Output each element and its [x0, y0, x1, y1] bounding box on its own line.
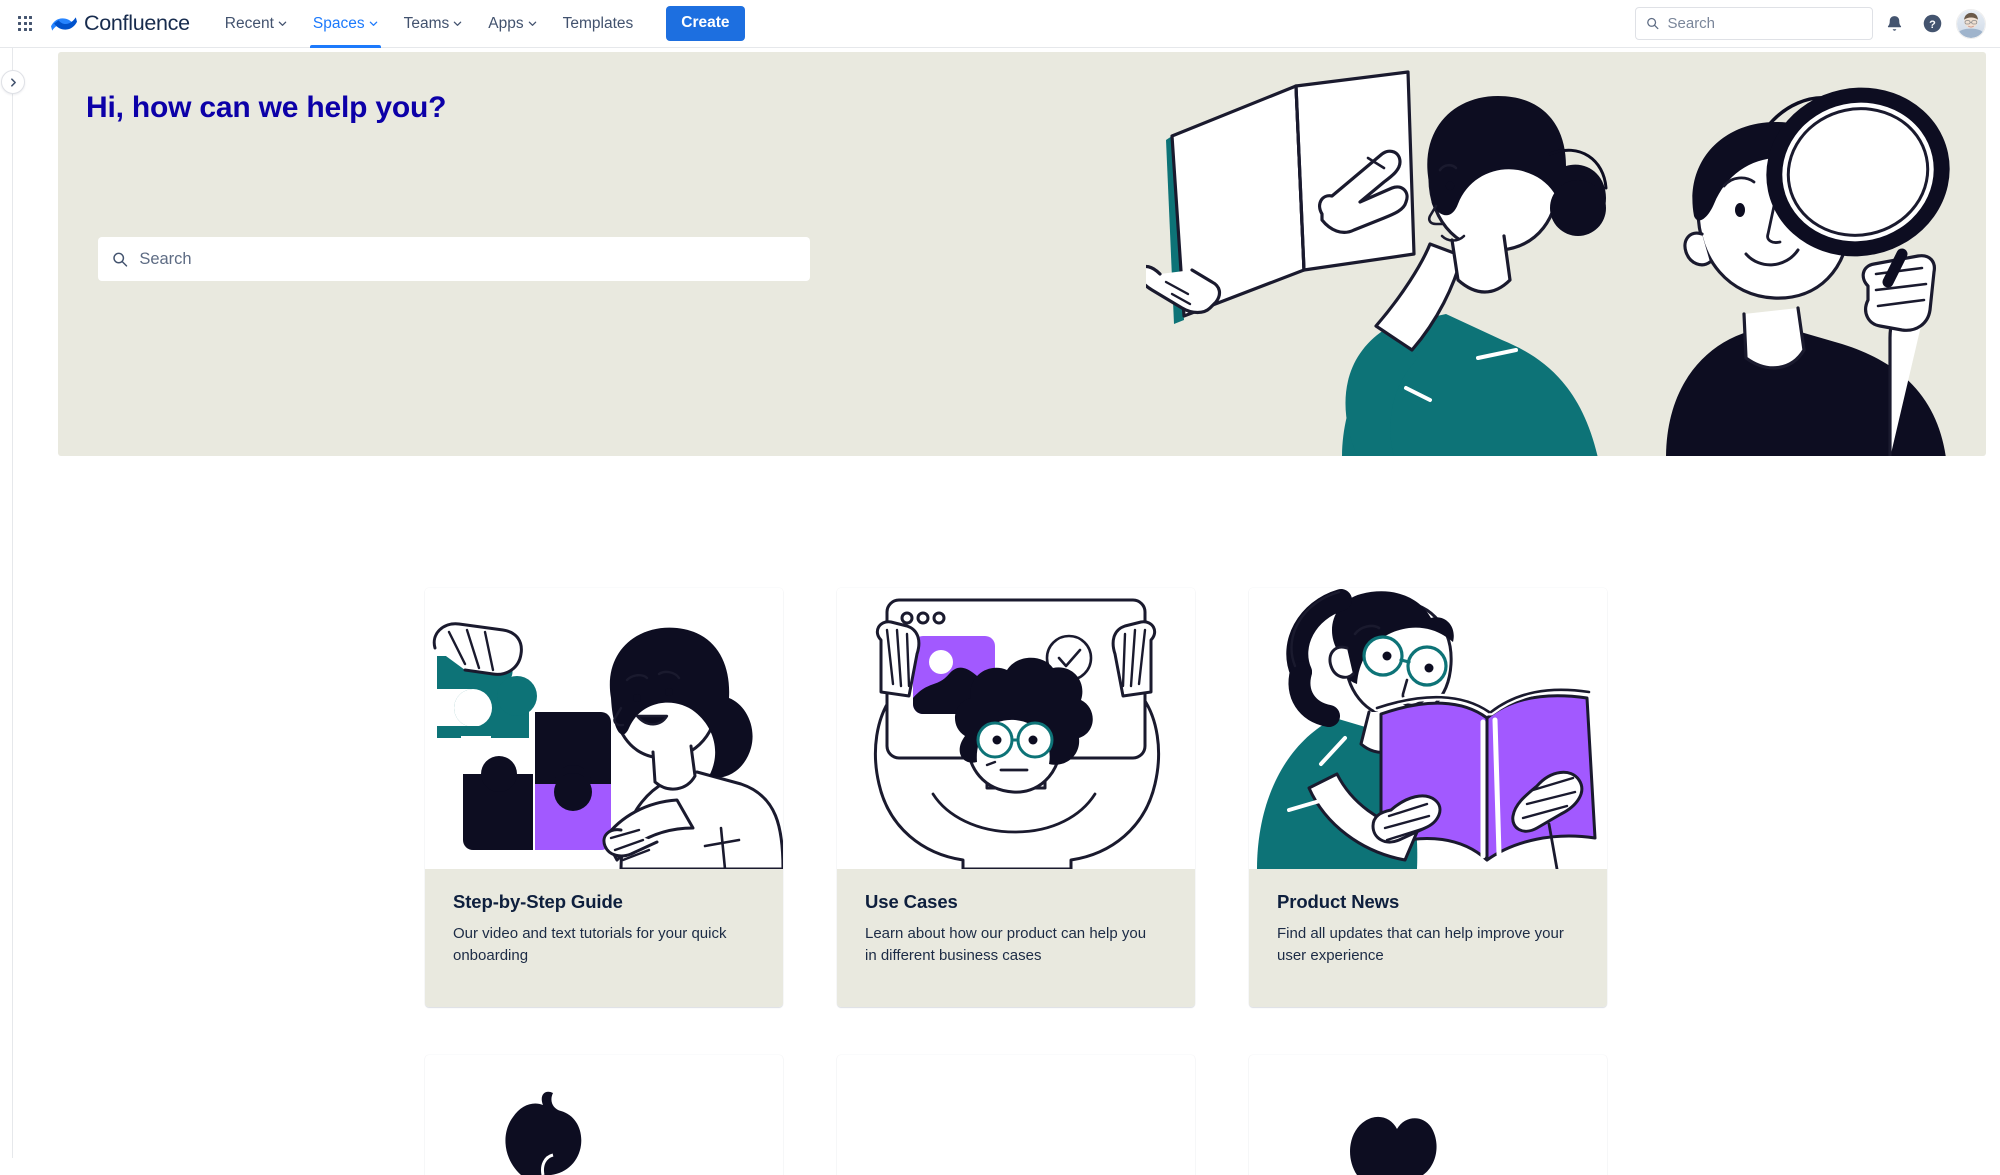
chevron-right-icon [10, 77, 16, 87]
card-illustration-reading [1249, 588, 1607, 869]
page-title: Hi, how can we help you? [86, 91, 447, 124]
card-description: Find all updates that can help improve y… [1277, 925, 1564, 964]
nav-item-recent-label: Recent [224, 14, 274, 32]
app-switcher-button[interactable] [10, 9, 40, 39]
chevron-down-icon [453, 21, 462, 26]
nav-item-spaces-label: Spaces [312, 14, 365, 32]
nav-item-teams-label: Teams [403, 14, 450, 32]
card-illustration-puzzle [425, 588, 783, 869]
nav-item-spaces[interactable]: Spaces [300, 0, 391, 48]
hero-banner: Hi, how can we help you? [58, 52, 1986, 456]
card-secondary-3[interactable] [1249, 1054, 1607, 1175]
card-description: Learn about how our product can help you… [865, 925, 1147, 964]
chevron-down-icon [278, 21, 287, 26]
card-secondary-2[interactable] [837, 1054, 1195, 1175]
app-switcher-grid-icon [17, 16, 33, 31]
collapsed-sidebar-rail [0, 48, 13, 1158]
nav-item-templates-label: Templates [562, 14, 634, 32]
card-title: Use Cases [865, 891, 958, 912]
chevron-down-icon [528, 21, 536, 26]
avatar-image [1957, 9, 1985, 38]
global-search-box[interactable] [1635, 7, 1873, 40]
top-navigation-bar: Confluence Recent Spaces Teams Apps Temp… [0, 0, 2000, 48]
card-body: Step-by-Step Guide Our video and text tu… [425, 869, 783, 1007]
card-illustration-partial-3 [1350, 1116, 1437, 1175]
chevron-down-icon [369, 21, 377, 26]
confluence-home-link[interactable]: Confluence [51, 11, 190, 36]
brand-name: Confluence [84, 11, 190, 35]
nav-item-apps[interactable]: Apps [475, 0, 549, 48]
user-avatar[interactable] [1956, 8, 1986, 39]
create-button[interactable]: Create [666, 6, 745, 41]
card-product-news[interactable]: Product News Find all updates that can h… [1249, 588, 1607, 1007]
hero-search-input[interactable] [139, 249, 796, 269]
primary-nav: Recent Spaces Teams Apps Templates Creat… [212, 0, 745, 48]
notification-bell-icon [1887, 16, 1901, 31]
card-description: Our video and text tutorials for your qu… [453, 925, 727, 964]
hero-illustration [1146, 70, 1950, 456]
nav-item-apps-label: Apps [488, 14, 524, 32]
card-illustration-browser [837, 588, 1195, 869]
card-title: Product News [1277, 891, 1400, 912]
nav-item-recent[interactable]: Recent [212, 0, 300, 48]
nav-item-templates[interactable]: Templates [550, 0, 647, 48]
confluence-logo-icon [51, 16, 77, 31]
nav-item-teams[interactable]: Teams [391, 0, 476, 48]
card-illustration-partial-2 [837, 1055, 1195, 1175]
search-icon [1647, 17, 1659, 30]
help-button[interactable]: ? [1915, 7, 1949, 41]
card-body: Use Cases Learn about how our product ca… [837, 869, 1195, 1007]
card-step-by-step-guide[interactable]: Step-by-Step Guide Our video and text tu… [425, 588, 783, 1007]
hero-search-box[interactable] [98, 237, 810, 281]
help-circle-icon: ? [1923, 14, 1941, 33]
notifications-button[interactable] [1877, 7, 1911, 41]
cards-row-primary: Step-by-Step Guide Our video and text tu… [14, 588, 2000, 1007]
svg-text:?: ? [1929, 19, 1936, 31]
expand-sidebar-button[interactable] [1, 70, 25, 94]
global-search-input[interactable] [1667, 15, 1862, 32]
cards-section: Step-by-Step Guide Our video and text tu… [14, 588, 2000, 1175]
card-body: Product News Find all updates that can h… [1249, 869, 1607, 1007]
page-content: Hi, how can we help you? Search Step-by-… [14, 48, 2000, 1175]
card-secondary-1[interactable] [425, 1054, 783, 1175]
card-illustration-partial-1 [505, 1091, 582, 1175]
search-icon [113, 252, 128, 267]
card-use-cases[interactable]: Use Cases Learn about how our product ca… [837, 588, 1195, 1007]
card-title: Step-by-Step Guide [453, 891, 623, 912]
nav-right-actions: ? [1635, 7, 1986, 41]
cards-row-secondary [14, 1054, 2000, 1175]
